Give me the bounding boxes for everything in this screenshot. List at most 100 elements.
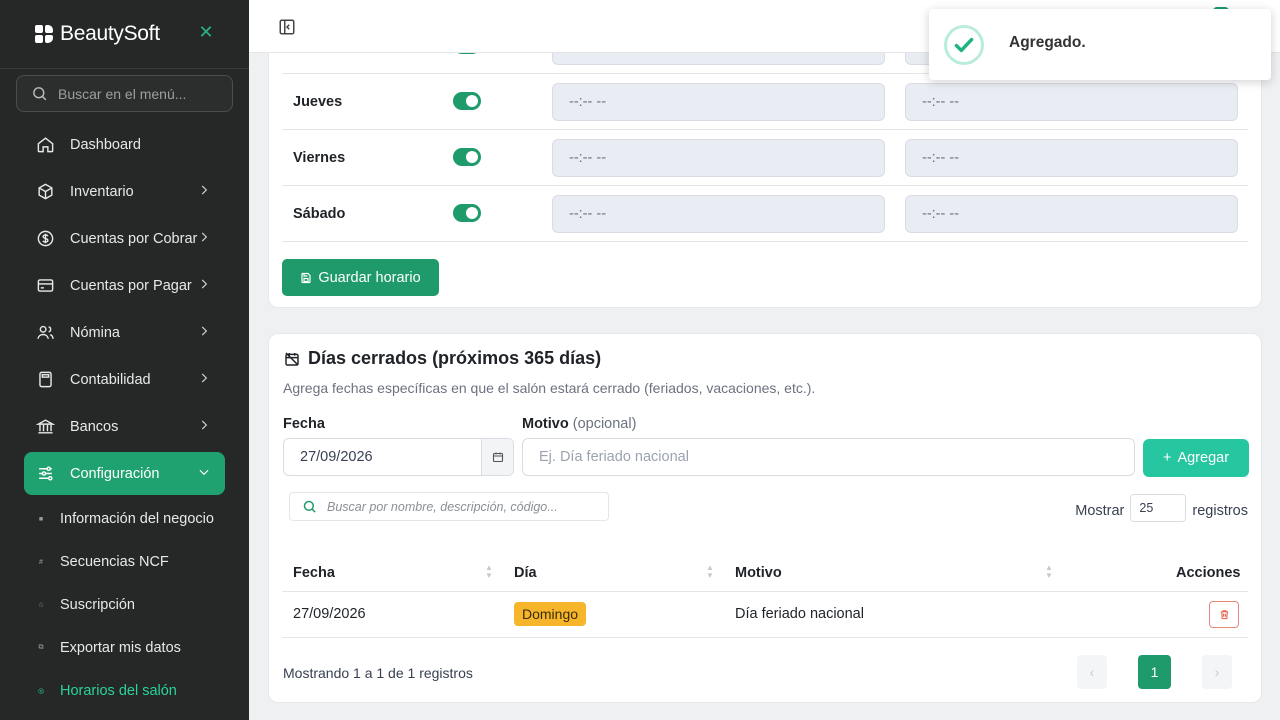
sidebar-item-dashboard[interactable]: Dashboard [24,123,225,166]
export-icon: ⧉ [38,644,44,651]
date-value: 27/09/2026 [300,449,373,465]
page-size-control: Mostrar 25 registros [1075,494,1248,522]
success-toast[interactable]: Agregado. [929,9,1271,80]
chevron-right-icon [201,185,208,195]
brand[interactable]: BeautySoft [35,20,160,48]
sidebar-subitem-label: Información del negocio [60,511,214,527]
chevron-right-icon [201,373,208,383]
sidebar-item-label: Cuentas por Cobrar [70,230,198,247]
column-header-motivo[interactable]: Motivo [735,565,782,581]
sort-icon[interactable]: ▲ ▼ [706,564,714,580]
toast-message: Agregado. [1009,34,1086,51]
add-button-label: Agregar [1177,450,1230,466]
date-field[interactable]: 27/09/2026 [283,438,514,476]
star-icon: ☆ [37,602,45,609]
bullet-icon: ■ [38,515,44,523]
close-sidebar-icon[interactable]: ✕ [197,23,215,41]
menu-search-input[interactable] [58,85,218,102]
chevron-right-icon [201,326,208,336]
success-check-icon [944,25,984,65]
brand-logo-icon [35,24,54,44]
trash-icon [1220,610,1228,620]
search-icon [303,500,316,513]
delete-button[interactable] [1209,601,1239,628]
sidebar-item-label: Contabilidad [70,371,151,388]
close-time-input[interactable]: --:-- -- [905,139,1238,177]
sidebar-item-label: Nómina [70,324,120,341]
reason-label: Motivo (opcional) [522,416,636,432]
hash-icon: # [39,558,43,566]
column-header-acciones: Acciones [1176,565,1241,581]
sidebar-item-configuracion[interactable]: Configuración [24,452,225,495]
brand-name: BeautySoft [60,22,160,45]
date-label: Fecha [283,416,325,432]
previous-page-button[interactable]: ‹ [1077,655,1107,689]
bank-icon [35,417,55,437]
page-size-select[interactable]: 25 [1130,494,1187,522]
reason-label-text: Motivo [522,416,569,432]
sidebar-subitem-exportar[interactable]: ⧉ Exportar mis datos [24,633,239,663]
home-icon [35,135,55,155]
open-time-input[interactable]: --:-- -- [552,195,885,233]
save-schedule-button[interactable]: Guardar horario [282,259,439,296]
save-icon [301,272,311,283]
sidebar-item-label: Cuentas por Pagar [70,277,192,294]
sort-icon[interactable]: ▲ ▼ [485,564,493,580]
sort-icon[interactable]: ▲ ▼ [1045,564,1053,580]
column-header-fecha[interactable]: Fecha [293,565,335,581]
schedule-row: Viernes --:-- -- --:-- -- [282,130,1248,186]
page-button-current[interactable]: 1 [1138,655,1171,689]
menu-search [16,75,233,112]
open-time-input[interactable]: --:-- -- [552,139,885,177]
close-time-input[interactable]: --:-- -- [905,195,1238,233]
search-icon [33,87,47,101]
sidebar-subitem-label: Suscripción [60,597,135,613]
table-search[interactable]: Buscar por nombre, descripción, código..… [289,492,609,521]
sidebar-subitem-ncf[interactable]: # Secuencias NCF [24,547,239,577]
clock-icon: ◎ [37,688,45,695]
next-page-button[interactable]: › [1202,655,1232,689]
dollar-circle-icon [35,229,55,249]
chevron-down-icon [199,469,209,476]
day-label: Viernes [293,150,346,166]
sidebar: BeautySoft ✕ Dashboard Inventario Cuenta… [0,0,249,720]
sidebar-item-label: Configuración [70,465,160,482]
table-info: Mostrando 1 a 1 de 1 registros [283,665,473,681]
sidebar-item-cuentas-pagar[interactable]: Cuentas por Pagar [24,264,225,307]
sidebar-item-cuentas-cobrar[interactable]: Cuentas por Cobrar [24,217,225,260]
plus-icon: + [1162,450,1172,466]
sidebar-subitem-info-negocio[interactable]: ■ Información del negocio [24,504,239,534]
cell-motivo: Día feriado nacional [735,606,864,622]
save-schedule-label: Guardar horario [318,269,421,286]
sidebar-item-label: Dashboard [70,136,141,153]
day-toggle[interactable] [453,92,481,110]
close-time-input[interactable]: --:-- -- [905,83,1238,121]
sidebar-item-nomina[interactable]: Nómina [24,311,225,354]
table-search-placeholder: Buscar por nombre, descripción, código..… [327,499,558,514]
chevron-right-icon [201,420,208,430]
cell-fecha: 27/09/2026 [293,606,366,622]
calendar-icon[interactable] [481,439,513,475]
sidebar-item-inventario[interactable]: Inventario [24,170,225,213]
day-toggle[interactable] [453,148,481,166]
show-label: Mostrar [1075,503,1125,519]
schedule-row: Jueves --:-- -- --:-- -- [282,74,1248,130]
day-toggle[interactable] [453,204,481,222]
sidebar-item-contabilidad[interactable]: Contabilidad [24,358,225,401]
open-time-input[interactable]: --:-- -- [552,83,885,121]
add-button[interactable]: + Agregar [1143,439,1249,477]
day-label: Sábado [293,206,346,222]
sidebar-subitem-suscripcion[interactable]: ☆ Suscripción [24,590,239,620]
reason-input[interactable]: Ej. Día feriado nacional [522,438,1135,476]
sidebar-toggle-icon[interactable] [278,18,296,36]
sidebar-subitem-horarios[interactable]: ◎ Horarios del salón [24,676,239,706]
divider [282,637,1248,638]
sidebar-subitem-label: Exportar mis datos [60,640,181,656]
calendar-off-icon [285,351,299,366]
column-header-dia[interactable]: Día [514,565,537,581]
sidebar-item-bancos[interactable]: Bancos [24,405,225,448]
closed-days-title: Días cerrados (próximos 365 días) [284,348,601,369]
reason-optional: (opcional) [572,416,637,432]
box-icon [35,182,55,202]
chevron-right-icon [201,232,208,242]
